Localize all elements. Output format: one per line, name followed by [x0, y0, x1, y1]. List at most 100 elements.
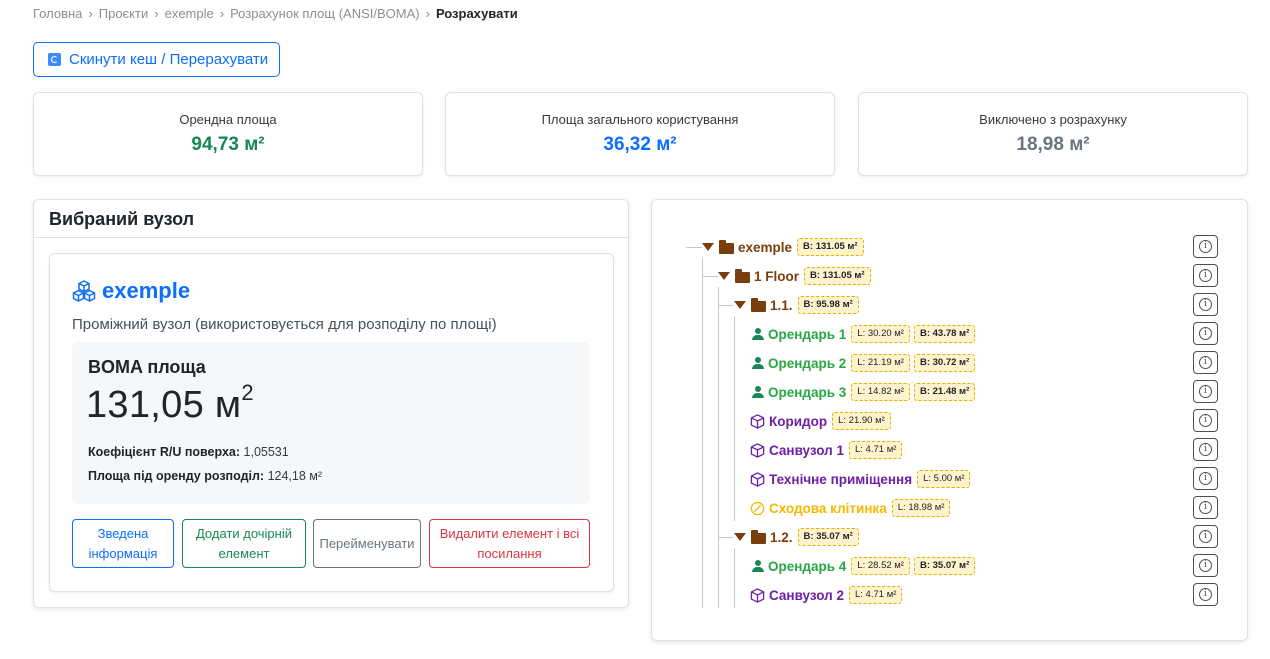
reset-cache-label: Скинути кеш / Перерахувати [69, 51, 269, 68]
boma-value-unit: 2 [241, 380, 254, 405]
node-info-button[interactable]: i [1193, 525, 1218, 548]
area-badge: B: 131.05 м² [804, 267, 871, 285]
area-badge: B: 43.78 м² [913, 325, 976, 343]
info-icon: i [1199, 240, 1212, 253]
box-icon [750, 413, 765, 429]
tree-node[interactable]: 1.1. B: 95.98 м² [734, 294, 863, 316]
area-badge: L: 21.90 м² [832, 412, 891, 430]
box-icon [750, 471, 765, 487]
area-badge: L: 4.71 м² [849, 586, 903, 604]
info-icon: i [1199, 501, 1212, 514]
stat-card-rentable: Орендна площа 94,73 м² [33, 92, 423, 176]
tree-node-label[interactable]: Орендарь 2 [768, 356, 846, 371]
area-badge: B: 30.72 м² [913, 354, 976, 372]
caret-down-icon[interactable] [734, 533, 746, 541]
node-info-button[interactable]: i [1193, 409, 1218, 432]
node-info-button[interactable]: i [1193, 554, 1218, 577]
tree-node[interactable]: Коридор L: 21.90 м² [750, 410, 895, 432]
tree-node[interactable]: Орендарь 1 L: 30.20 м² B: 43.78 м² [750, 323, 979, 345]
breadcrumb-separator: › [425, 6, 430, 21]
info-icon: i [1199, 559, 1212, 572]
stat-label: Площа загального користування [541, 112, 739, 127]
tree-node-label[interactable]: 1 Floor [754, 269, 799, 284]
info-icon: i [1199, 269, 1212, 282]
tree-node[interactable]: Технічне приміщення L: 5.00 м² [750, 468, 974, 490]
tree-connector [734, 548, 735, 608]
area-badge: L: 18.98 м² [891, 499, 951, 517]
area-badge: L: 14.82 м² [851, 383, 910, 401]
tree-node-label[interactable]: Коридор [769, 414, 827, 429]
add-child-button[interactable]: Додати дочірній елемент [182, 519, 306, 568]
tree-node-label[interactable]: Сходова клітинка [769, 501, 887, 516]
folder-icon [719, 239, 734, 254]
info-icon: i [1199, 298, 1212, 311]
node-info-button[interactable]: i [1193, 264, 1218, 287]
node-info-button[interactable]: i [1193, 351, 1218, 374]
breadcrumb-home[interactable]: Головна [33, 6, 82, 21]
tree-node-label[interactable]: exemple [738, 240, 792, 255]
breadcrumb-current: Розрахувати [435, 6, 518, 21]
box-icon [750, 587, 765, 603]
reset-cache-button[interactable]: Скинути кеш / Перерахувати [33, 42, 280, 77]
node-info-button[interactable]: i [1193, 235, 1218, 258]
node-info-button[interactable]: i [1193, 438, 1218, 461]
tree-node[interactable]: Орендарь 3 L: 14.82 м² B: 21.48 м² [750, 381, 979, 403]
tree-node[interactable]: 1 Floor B: 131.05 м² [718, 265, 875, 287]
panel-header: Вибраний вузол [34, 200, 628, 238]
tree-node-label[interactable]: Санвузол 2 [769, 588, 844, 603]
boma-value-number: 131,05 м [86, 384, 242, 426]
node-info-button[interactable]: i [1193, 583, 1218, 606]
tree-node-label[interactable]: 1.1. [770, 298, 793, 313]
tree-node-label[interactable]: Орендарь 4 [768, 559, 846, 574]
area-badge: B: 21.48 м² [913, 383, 976, 401]
rename-button[interactable]: Перейменувати [313, 519, 421, 568]
node-info-button[interactable]: i [1193, 380, 1218, 403]
tree-node[interactable]: Орендарь 2 L: 21.19 м² B: 30.72 м² [750, 352, 979, 374]
tree-connector [686, 247, 702, 248]
area-badge: B: 95.98 м² [797, 296, 859, 314]
tree-node-label[interactable]: Технічне приміщення [769, 472, 912, 487]
caret-down-icon[interactable] [702, 243, 714, 251]
info-icon: i [1199, 385, 1212, 398]
tree-node[interactable]: Санвузол 1 L: 4.71 м² [750, 439, 906, 461]
tree-node[interactable]: Сходова клітинка L: 18.98 м² [750, 497, 954, 519]
delete-button[interactable]: Видалити елемент і всі посилання [429, 519, 590, 568]
area-badge: L: 30.20 м² [851, 325, 910, 343]
tree-node[interactable]: 1.2. B: 35.07 м² [734, 526, 863, 548]
tree-node-label[interactable]: Санвузол 1 [769, 443, 844, 458]
tree-node[interactable]: Санвузол 2 L: 4.71 м² [750, 584, 906, 606]
stat-card-common: Площа загального користування 36,32 м² [445, 92, 835, 176]
node-info-button[interactable]: i [1193, 293, 1218, 316]
tree-panel: exemple B: 131.05 м² i 1 Floor B: 131.05 м² i… [651, 199, 1248, 641]
ru-label: Коефіцієнт R/U поверха: [88, 445, 241, 459]
breadcrumb-projects[interactable]: Проєкти [99, 6, 149, 21]
info-icon: i [1199, 443, 1212, 456]
tree-node[interactable]: exemple B: 131.05 м² [702, 236, 868, 258]
tree-node[interactable]: Орендарь 4 L: 28.52 м² B: 35.07 м² [750, 555, 979, 577]
info-icon: i [1199, 356, 1212, 369]
tree-node-label[interactable]: Орендарь 3 [768, 385, 846, 400]
summary-info-button[interactable]: Зведена інформація [72, 519, 174, 568]
refresh-icon [48, 53, 61, 66]
info-icon: i [1199, 472, 1212, 485]
breadcrumb-separator: › [154, 6, 159, 21]
node-info-button[interactable]: i [1193, 467, 1218, 490]
node-info-button[interactable]: i [1193, 496, 1218, 519]
breadcrumb-calculation[interactable]: Розрахунок площ (ANSI/BOMA) [230, 6, 420, 21]
person-icon [752, 386, 764, 398]
tree-connector [718, 537, 734, 538]
node-name: exemple [102, 278, 191, 303]
tree-connector [734, 316, 735, 521]
area-badge: L: 5.00 м² [917, 470, 971, 488]
person-icon [752, 560, 764, 572]
selected-node-panel: Вибраний вузол exemple Проміжний вузол (… [33, 199, 629, 608]
node-info-button[interactable]: i [1193, 322, 1218, 345]
breadcrumb-project[interactable]: exemple [165, 6, 214, 21]
tree-node-label[interactable]: Орендарь 1 [768, 327, 846, 342]
excluded-icon [750, 501, 765, 515]
area-badge: B: 131.05 м² [797, 238, 864, 256]
caret-down-icon[interactable] [718, 272, 730, 280]
tree-node-label[interactable]: 1.2. [770, 530, 793, 545]
area-badge: L: 21.19 м² [851, 354, 910, 372]
caret-down-icon[interactable] [734, 301, 746, 309]
